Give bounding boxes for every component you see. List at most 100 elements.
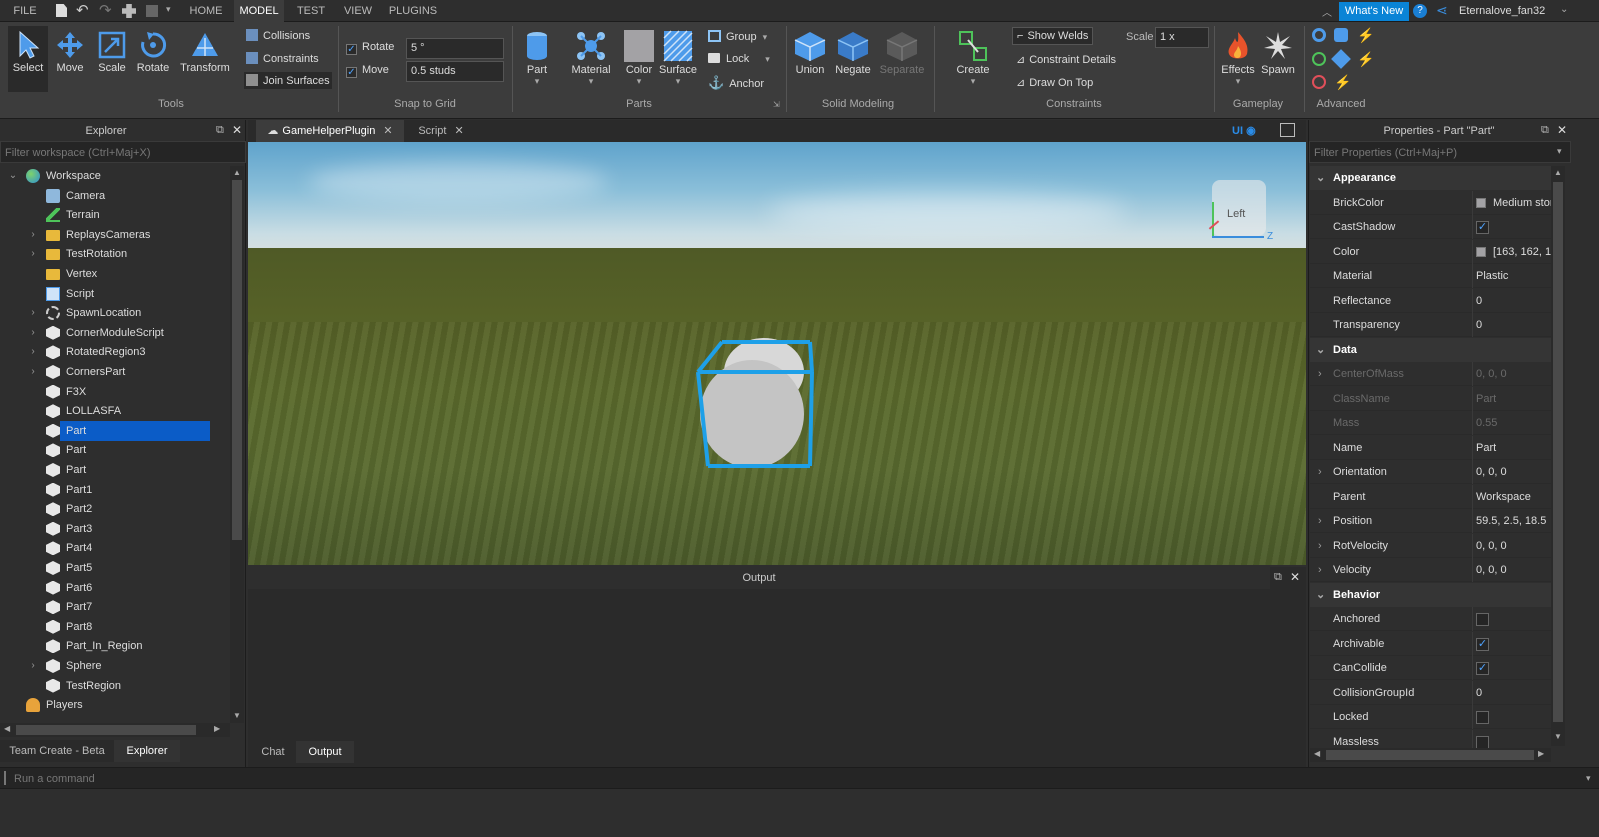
tree-item[interactable]: Part (0, 440, 230, 460)
advanced-tool-3-icon[interactable]: ⚡ (1357, 27, 1374, 44)
property-value[interactable]: 0, 0, 0 (1476, 558, 1551, 582)
expand-arrow-icon[interactable]: › (28, 244, 38, 264)
property-rotvelocity[interactable]: › RotVelocity 0, 0, 0 (1310, 533, 1551, 558)
tree-item[interactable]: Part_In_Region (0, 636, 230, 656)
property-centerofmass[interactable]: › CenterOfMass 0, 0, 0 (1310, 362, 1551, 386)
create-constraint-button[interactable]: Create ▾ (950, 26, 996, 87)
property-archivable[interactable]: Archivable ✓ (1310, 631, 1551, 656)
property-value[interactable]: [163, 162, 165] (1493, 240, 1551, 264)
expand-arrow-icon[interactable]: › (28, 362, 38, 382)
tree-item[interactable]: Part3 (0, 519, 230, 539)
property-value[interactable]: 0, 0, 0 (1476, 362, 1551, 386)
property-velocity[interactable]: › Velocity 0, 0, 0 (1310, 558, 1551, 582)
tab-team-create[interactable]: Team Create - Beta (0, 740, 114, 762)
color-button[interactable]: Color ▾ (620, 26, 658, 87)
expand-arrow-icon[interactable]: › (1318, 460, 1322, 484)
tree-item[interactable]: Camera (0, 186, 230, 206)
scroll-left-icon[interactable]: ◀ (1314, 749, 1320, 758)
property-cancollide[interactable]: CanCollide ✓ (1310, 656, 1551, 680)
tree-item[interactable]: › RotatedRegion3 (0, 342, 230, 362)
user-dropdown-icon[interactable]: ⌄ (1560, 4, 1568, 15)
advanced-tool-1-icon[interactable] (1312, 28, 1326, 42)
tab-explorer[interactable]: Explorer (114, 740, 180, 762)
customize-icon[interactable]: ▾ (166, 4, 171, 15)
tree-item[interactable]: F3X (0, 382, 230, 402)
anchor-button[interactable]: ⚓ Anchor (708, 75, 764, 91)
tree-item[interactable]: › ReplaysCameras (0, 225, 230, 245)
tree-item[interactable]: TestRegion (0, 676, 230, 696)
close-tab-icon[interactable]: ✕ (454, 125, 463, 137)
move-tool-button[interactable]: Move (50, 26, 90, 74)
output-undock-icon[interactable]: ⧉ (1274, 571, 1282, 584)
rotate-snap-checkbox[interactable]: ✓ Rotate (346, 41, 394, 55)
expand-arrow-icon[interactable]: › (1318, 362, 1322, 386)
tree-item[interactable]: Part (0, 460, 230, 480)
property-checkbox[interactable]: ✓ (1476, 637, 1489, 651)
property-material[interactable]: Material Plastic (1310, 264, 1551, 288)
expand-arrow-icon[interactable]: › (28, 225, 38, 245)
explorer-hscrollbar[interactable]: ◀ ▶ (0, 723, 230, 737)
category-appearance[interactable]: ⌄ Appearance (1310, 166, 1551, 190)
tree-item[interactable]: LOLLASFA (0, 401, 230, 421)
share-icon[interactable]: ⋖ (1436, 2, 1448, 19)
collapse-ribbon-icon[interactable]: ︿ (1322, 4, 1332, 19)
draw-on-top-toggle[interactable]: ⊿ Draw On Top (1016, 76, 1093, 89)
move-snap-input[interactable]: 0.5 studs (406, 61, 504, 82)
expand-arrow-icon[interactable]: › (28, 342, 38, 362)
collapse-arrow-icon[interactable]: ⌄ (1316, 338, 1325, 362)
category-behavior[interactable]: ⌄ Behavior (1310, 582, 1551, 607)
property-value[interactable]: 0 (1476, 289, 1551, 313)
tree-item[interactable]: Script (0, 284, 230, 304)
join-surfaces-toggle[interactable]: Join Surfaces (244, 72, 332, 89)
tab-plugins[interactable]: PLUGINS (384, 0, 442, 22)
tree-item[interactable]: Part5 (0, 558, 230, 578)
property-reflectance[interactable]: Reflectance 0 (1310, 288, 1551, 313)
property-orientation[interactable]: › Orientation 0, 0, 0 (1310, 460, 1551, 484)
properties-filter-input[interactable]: Filter Properties (Ctrl+Maj+P) (1309, 141, 1571, 163)
property-brickcolor[interactable]: BrickColor Medium stone grey (1310, 190, 1551, 215)
property-value[interactable]: Part (1476, 387, 1551, 411)
new-file-icon[interactable] (56, 4, 67, 17)
property-checkbox[interactable]: ✓ (1476, 221, 1489, 234)
expand-arrow-icon[interactable]: › (28, 303, 38, 323)
property-classname[interactable]: ClassName Part (1310, 386, 1551, 411)
property-value[interactable]: 0, 0, 0 (1476, 534, 1551, 558)
property-checkbox[interactable]: ✓ (1476, 662, 1489, 675)
tab-script[interactable]: Script ✕ (406, 120, 476, 142)
advanced-tool-2-icon[interactable] (1334, 28, 1348, 42)
expand-arrow-icon[interactable]: › (1318, 558, 1322, 582)
parts-settings-icon[interactable]: ⇲ (773, 100, 780, 109)
properties-scroll-thumb[interactable] (1553, 182, 1563, 722)
expand-arrow-icon[interactable]: › (1318, 534, 1322, 558)
property-position[interactable]: › Position 59.5, 2.5, 18.5 (1310, 509, 1551, 533)
select-tool-button[interactable]: Select (8, 26, 48, 92)
property-value[interactable]: 0, 0, 0 (1476, 460, 1551, 484)
tree-item[interactable]: Players (0, 695, 230, 715)
lock-button[interactable]: Lock ▾ (708, 53, 770, 65)
command-input[interactable]: Run a command (14, 768, 1574, 790)
explorer-undock-icon[interactable]: ⧉ (216, 124, 224, 137)
constraint-scale-input[interactable]: 1 x (1155, 27, 1209, 48)
property-locked[interactable]: Locked (1310, 705, 1551, 729)
tree-item[interactable]: › SpawnLocation (0, 303, 230, 323)
part-button[interactable]: Part ▾ (518, 26, 556, 87)
tree-item[interactable]: › Sphere (0, 656, 230, 676)
property-checkbox[interactable] (1476, 735, 1489, 749)
advanced-tool-4-icon[interactable] (1312, 52, 1326, 66)
fullscreen-icon[interactable] (1280, 123, 1295, 137)
scale-tool-button[interactable]: Scale (92, 26, 132, 74)
property-value[interactable]: Workspace (1476, 485, 1551, 509)
property-checkbox[interactable] (1476, 711, 1489, 724)
tab-test[interactable]: TEST (290, 0, 332, 22)
expand-arrow-icon[interactable]: › (28, 323, 38, 343)
show-welds-toggle[interactable]: ⌐ Show Welds (1012, 27, 1094, 45)
scroll-down-icon[interactable]: ▼ (233, 711, 241, 720)
advanced-tool-8-icon[interactable]: ⚡ (1334, 74, 1351, 91)
tree-item[interactable]: › TestRotation (0, 244, 230, 264)
negate-button[interactable]: Negate (832, 26, 874, 76)
tree-item[interactable]: › CornerModuleScript (0, 323, 230, 343)
tree-item[interactable]: Part7 (0, 597, 230, 617)
advanced-tool-7-icon[interactable] (1312, 75, 1326, 89)
property-castshadow[interactable]: CastShadow ✓ (1310, 215, 1551, 239)
scroll-up-icon[interactable]: ▲ (1554, 168, 1562, 177)
